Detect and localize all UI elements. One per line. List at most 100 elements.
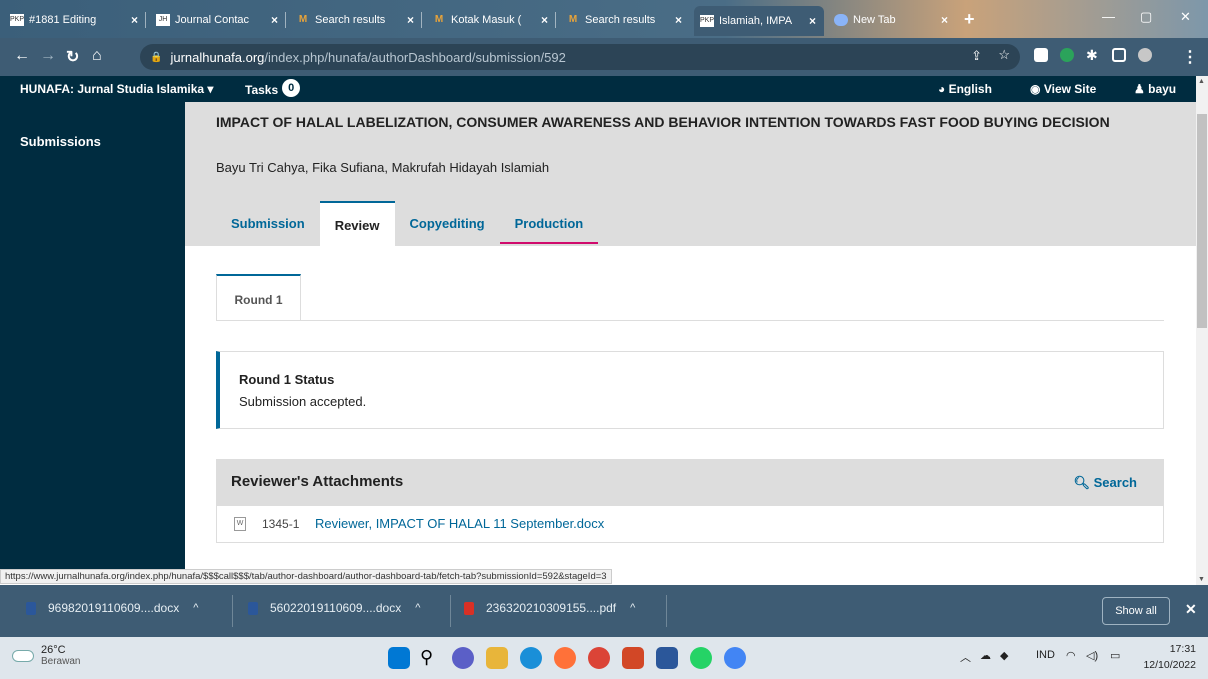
- view-site-link[interactable]: ◉ View Site: [1030, 82, 1096, 96]
- page-scrollbar[interactable]: ▲ ▼: [1196, 76, 1208, 585]
- tab-title: Islamiah, IMPA: [719, 15, 793, 27]
- scroll-up-icon[interactable]: ▲: [1198, 78, 1205, 85]
- language-menu[interactable]: ◕ English: [938, 82, 992, 96]
- chrome-profile-icon[interactable]: [724, 647, 746, 669]
- chrome-icon[interactable]: [588, 647, 610, 669]
- link-status-bar: https://www.jurnalhunafa.org/index.php/h…: [0, 569, 612, 584]
- word-file-icon: [248, 601, 258, 615]
- gmail-favicon-icon: M: [568, 14, 578, 25]
- extension-icon[interactable]: [1034, 48, 1048, 62]
- chevron-up-icon[interactable]: ^: [630, 602, 635, 614]
- eye-icon: ◉: [1030, 82, 1041, 96]
- grammarly-icon[interactable]: [1060, 48, 1074, 62]
- close-downloads-icon[interactable]: ✕: [1185, 601, 1197, 618]
- tab-close-icon[interactable]: ×: [131, 13, 146, 27]
- forward-icon[interactable]: →: [40, 47, 56, 65]
- gmail-favicon-icon: M: [298, 14, 308, 25]
- minimize-icon[interactable]: —: [1102, 9, 1115, 24]
- tab-round-1[interactable]: Round 1: [216, 274, 301, 321]
- profile-avatar[interactable]: [1138, 48, 1152, 62]
- review-panel: Round 1 Round 1 Status Submission accept…: [185, 246, 1196, 569]
- tab-production[interactable]: Production: [499, 201, 599, 244]
- reload-icon[interactable]: ↻: [66, 47, 79, 67]
- tray-overflow-icon[interactable]: ︿: [960, 649, 971, 665]
- round-status-text: Submission accepted.: [239, 394, 367, 409]
- whatsapp-icon[interactable]: [690, 647, 712, 669]
- browser-tab[interactable]: M Search results ×: [560, 8, 690, 32]
- powerpoint-icon[interactable]: [622, 647, 644, 669]
- tab-copyediting[interactable]: Copyediting: [395, 201, 500, 246]
- windows-start-icon[interactable]: [388, 647, 410, 669]
- browser-tab[interactable]: PKP #1881 Editing ×: [4, 8, 146, 32]
- wifi-icon[interactable]: ◠: [1066, 649, 1076, 662]
- home-icon[interactable]: ⌂: [92, 47, 102, 65]
- tab-close-icon[interactable]: ×: [541, 13, 556, 27]
- search-button[interactable]: 🔍︎ Search: [1073, 475, 1137, 491]
- tab-close-icon[interactable]: ×: [407, 13, 422, 27]
- tasks-label: Tasks: [245, 83, 279, 97]
- app-tray-icon[interactable]: ◆: [1000, 649, 1008, 662]
- sidebar-item-submissions[interactable]: Submissions: [20, 134, 101, 149]
- firefox-icon[interactable]: [554, 647, 576, 669]
- user-menu[interactable]: ♟ bayu: [1134, 82, 1176, 96]
- reviewer-attachments-panel: Reviewer's Attachments 🔍︎ Search W 1345-…: [216, 459, 1164, 543]
- browser-tab[interactable]: M Search results ×: [290, 8, 422, 32]
- menu-kebab-icon[interactable]: ⋮: [1182, 47, 1198, 67]
- show-all-button[interactable]: Show all: [1102, 597, 1170, 625]
- tab-close-icon[interactable]: ×: [675, 13, 690, 27]
- puzzle-icon[interactable]: ✱: [1086, 48, 1100, 62]
- browser-tab[interactable]: New Tab ×: [828, 8, 956, 32]
- tab-title: Kotak Masuk (: [451, 14, 522, 26]
- battery-icon[interactable]: ▭: [1110, 649, 1120, 662]
- cloud-sync-icon[interactable]: ☁: [980, 649, 991, 662]
- search-icon[interactable]: ⚲: [420, 647, 442, 669]
- chevron-up-icon[interactable]: ^: [415, 602, 420, 614]
- tasks-count-badge: 0: [282, 79, 301, 97]
- download-item[interactable]: 96982019110609....docx ^: [26, 601, 198, 615]
- divider: [216, 320, 1164, 321]
- tab-close-icon[interactable]: ×: [271, 13, 286, 27]
- journal-switcher[interactable]: HUNAFA: Jurnal Studia Islamika ▾: [20, 82, 213, 96]
- scrollbar-thumb[interactable]: [1197, 114, 1207, 328]
- sidepanel-icon[interactable]: [1112, 48, 1126, 62]
- clock-time: 17:31: [1169, 643, 1196, 655]
- new-tab-plus-icon[interactable]: +: [964, 10, 975, 28]
- maximize-icon[interactable]: ▢: [1140, 9, 1152, 25]
- file-explorer-icon[interactable]: [486, 647, 508, 669]
- close-window-icon[interactable]: ✕: [1180, 9, 1191, 25]
- file-id: 1345-1: [262, 517, 300, 531]
- url-bar[interactable]: 🔒 jurnalhunafa.org/index.php/hunafa/auth…: [140, 44, 1020, 70]
- download-filename: 236320210309155....pdf: [486, 601, 617, 615]
- language-label: English: [948, 82, 992, 96]
- browser-tab-active[interactable]: PKP Islamiah, IMPA ×: [694, 6, 824, 36]
- tab-close-icon[interactable]: ×: [809, 14, 824, 28]
- input-language[interactable]: IND: [1036, 649, 1055, 661]
- bookmark-star-icon[interactable]: ☆: [998, 47, 1010, 63]
- edge-icon[interactable]: [520, 647, 542, 669]
- word-icon[interactable]: [656, 647, 678, 669]
- scroll-down-icon[interactable]: ▼: [1198, 576, 1205, 583]
- tab-title: #1881 Editing: [29, 14, 97, 26]
- weather-widget[interactable]: 26°C Berawan: [12, 644, 80, 667]
- download-item[interactable]: 56022019110609....docx ^: [248, 601, 420, 615]
- weather-condition: Berawan: [41, 656, 81, 667]
- file-link[interactable]: Reviewer, IMPACT OF HALAL 11 September.d…: [315, 516, 604, 531]
- back-icon[interactable]: ←: [14, 47, 30, 65]
- tab-review[interactable]: Review: [319, 201, 395, 246]
- chevron-up-icon[interactable]: ^: [193, 602, 198, 614]
- tab-submission[interactable]: Submission: [216, 201, 320, 246]
- volume-icon[interactable]: ◁): [1086, 649, 1098, 662]
- tasks-button[interactable]: Tasks 0: [245, 79, 301, 100]
- share-icon[interactable]: ⇪: [971, 48, 982, 64]
- download-item[interactable]: 236320210309155....pdf ^: [464, 601, 635, 615]
- teams-chat-icon[interactable]: [452, 647, 474, 669]
- pkp-favicon-icon: PKP: [700, 15, 714, 27]
- tab-close-icon[interactable]: ×: [941, 13, 956, 27]
- browser-tab[interactable]: M Kotak Masuk ( ×: [426, 8, 556, 32]
- globe-icon: ◕: [938, 82, 946, 96]
- system-clock[interactable]: 17:31 12/10/2022: [1138, 641, 1196, 673]
- cloud-icon: [12, 649, 34, 662]
- submission-title: IMPACT OF HALAL LABELIZATION, CONSUMER A…: [216, 114, 1110, 130]
- url-path: /index.php/hunafa/authorDashboard/submis…: [264, 49, 566, 65]
- browser-tab[interactable]: JH Journal Contac ×: [150, 8, 286, 32]
